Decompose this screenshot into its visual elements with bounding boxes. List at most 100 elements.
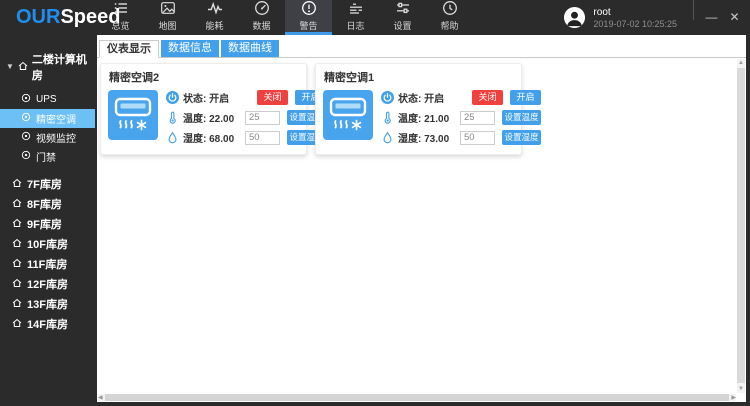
tab-strip: 仪表显示 数据信息 数据曲线 [97,35,746,58]
home-icon [12,218,22,231]
temperature-text: 温度: 22.00 [183,114,235,125]
titlebar-divider [693,0,694,20]
thermometer-icon [381,111,394,124]
user-avatar [563,6,586,29]
sidebar-item-label: 9F库房 [27,219,62,231]
minimize-button[interactable]: — [700,0,723,35]
tab-data-info[interactable]: 数据信息 [161,40,219,57]
sidebar-item-label: 7F库房 [27,179,62,191]
main-panel: 仪表显示 数据信息 数据曲线 精密空调2 状态: 开启 关闭 开启 温度: 22… [97,35,746,402]
temperature-row: 温度: 21.00 设置温度 [381,110,541,125]
chevron-down-icon: ▼ [6,62,14,71]
energy-pulse-icon [207,0,223,16]
air-conditioner-icon [323,90,373,140]
device-circle-icon [21,131,31,144]
nav-item-settings[interactable]: 设置 [379,0,426,35]
humidity-row: 湿度: 73.00 设置湿度 [381,130,541,145]
horizontal-scroll-thumb[interactable] [105,394,729,401]
temperature-input[interactable] [245,110,280,125]
turn-off-button[interactable]: 关闭 [257,90,288,105]
nav-item-help[interactable]: 帮助 [426,0,473,35]
humidity-input[interactable] [245,130,280,145]
sidebar-item-label: 精密空调 [36,115,76,126]
temperature-input[interactable] [460,110,495,125]
nav-item-alert[interactable]: 警告 [285,0,332,35]
help-icon [442,0,458,16]
device-circle-icon [21,93,31,106]
sidebar-rooms: 7F库房 8F库房 9F库房 10F库房 11F库房 12F库房 13F库房 1… [0,174,95,334]
home-icon [12,298,22,311]
scroll-right-icon[interactable]: ▶ [731,395,736,401]
sidebar-item-8f[interactable]: 8F库房 [0,194,95,214]
temperature-row: 温度: 22.00 设置温度 [166,110,326,125]
log-icon [348,0,364,16]
tab-data-curve[interactable]: 数据曲线 [221,40,279,57]
nav-item-overview[interactable]: 总览 [97,0,144,35]
sidebar-item-11f[interactable]: 11F库房 [0,254,95,274]
vertical-scroll-thumb[interactable] [737,68,745,383]
ac-card-2: 精密空调2 状态: 开启 关闭 开启 温度: 22.00 25 设置温度 湿度:… [100,63,326,155]
top-nav: 总览 地图 能耗 数据 警告 日志 设置 帮助 [97,0,473,35]
nav-item-log[interactable]: 日志 [332,0,379,35]
sidebar-item-video-monitor[interactable]: 视频监控 [0,128,95,147]
sidebar-item-label: 11F库房 [27,259,68,271]
alert-icon [301,0,317,16]
humidity-input[interactable] [460,130,495,145]
data-gauge-icon [254,0,270,16]
close-button[interactable]: ✕ [723,0,746,35]
scroll-left-icon[interactable]: ◀ [98,395,103,401]
sidebar-item-9f[interactable]: 9F库房 [0,214,95,234]
status-text: 状态: 开启 [183,94,230,105]
turn-off-button[interactable]: 关闭 [472,90,503,105]
status-row: 状态: 开启 关闭 开启 [166,90,326,105]
set-temperature-button[interactable]: 设置温度 [502,110,541,125]
tab-gauge-display[interactable]: 仪表显示 [99,40,159,58]
sidebar-item-access-control[interactable]: 门禁 [0,147,95,166]
sidebar-item-13f[interactable]: 13F库房 [0,294,95,314]
set-humidity-button[interactable]: 设置湿度 [502,130,541,145]
sidebar-item-10f[interactable]: 10F库房 [0,234,95,254]
user-block: root 2019-07-02 10:25:25 [563,0,677,35]
droplet-icon [381,131,394,144]
scroll-down-icon[interactable]: ▼ [738,386,744,392]
sidebar-item-label: UPS [36,94,57,105]
home-icon [12,198,22,211]
nav-item-energy[interactable]: 能耗 [191,0,238,35]
sidebar-group-label: 二楼计算机房 [31,54,87,82]
nav-item-data[interactable]: 数据 [238,0,285,35]
user-name: root [593,6,611,18]
status-row: 状态: 开启 关闭 开启 [381,90,541,105]
nav-label: 帮助 [440,21,459,31]
scroll-up-icon[interactable]: ▲ [738,60,744,66]
home-icon [12,318,22,331]
sidebar-item-14f[interactable]: 14F库房 [0,314,95,334]
horizontal-scrollbar[interactable]: ◀ ▶ [98,394,736,401]
sidebar-item-label: 门禁 [36,153,56,164]
user-info: root 2019-07-02 10:25:25 [593,7,677,29]
sidebar: ▼ 二楼计算机房 UPS 精密空调 视频监控 门禁 7F库房 8F库房 9F库房… [0,35,95,406]
nav-label: 能耗 [205,21,224,31]
power-icon [166,91,179,104]
sidebar-item-12f[interactable]: 12F库房 [0,274,95,294]
humidity-text: 湿度: 73.00 [398,134,450,145]
sidebar-item-ups[interactable]: UPS [0,90,95,109]
thermometer-icon [166,111,179,124]
ac-card-title: 精密空调2 [109,72,160,84]
humidity-text: 湿度: 68.00 [183,134,235,145]
logo-primary: OUR [16,6,61,28]
sidebar-item-7f[interactable]: 7F库房 [0,174,95,194]
nav-item-map[interactable]: 地图 [144,0,191,35]
device-circle-icon [21,150,31,163]
sidebar-item-label: 13F库房 [27,299,68,311]
map-icon [160,0,176,16]
device-circle-icon [21,112,31,125]
sidebar-item-precision-ac[interactable]: 精密空调 [0,109,95,128]
ac-card-title: 精密空调1 [324,72,375,84]
sidebar-group-room2f[interactable]: ▼ 二楼计算机房 [0,35,95,90]
turn-on-button[interactable]: 开启 [510,90,541,105]
sidebar-item-label: 12F库房 [27,279,68,291]
ac-cards: 精密空调2 状态: 开启 关闭 开启 温度: 22.00 25 设置温度 湿度:… [97,58,746,155]
air-conditioner-icon [108,90,158,140]
nav-label: 设置 [393,21,412,31]
vertical-scrollbar[interactable]: ▲ ▼ [737,59,745,393]
